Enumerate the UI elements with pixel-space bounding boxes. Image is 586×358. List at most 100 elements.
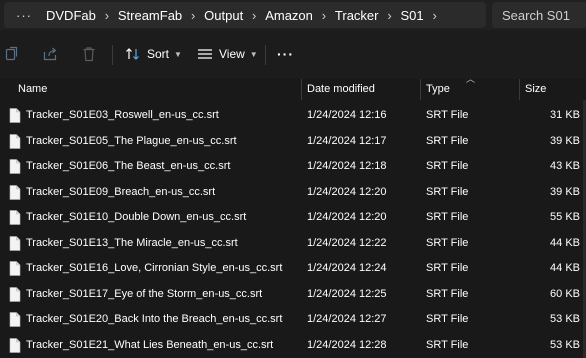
file-type: SRT File	[426, 287, 469, 300]
file-row[interactable]: Tracker_S01E05_The Plague_en-us_cc.srt 1…	[0, 129, 586, 155]
file-type: SRT File	[426, 313, 469, 325]
breadcrumb-item-tracker[interactable]: Tracker	[335, 8, 379, 23]
document-icon	[9, 184, 21, 203]
file-row[interactable]: Tracker_S01E13_The Miracle_en-us_cc.srt …	[0, 231, 586, 257]
chevron-right-icon[interactable]: ›	[243, 8, 265, 23]
file-type: SRT File	[426, 338, 469, 351]
file-name: Tracker_S01E16_Love, Cirronian Style_en-…	[26, 262, 283, 274]
sort-ascending-icon: ︿	[466, 74, 476, 84]
file-size: 55 KB	[550, 211, 580, 223]
chevron-right-icon[interactable]: ›	[313, 8, 335, 23]
file-name: Tracker_S01E20_Back Into the Breach_en-u…	[26, 313, 283, 325]
document-icon	[9, 108, 21, 126]
search-input[interactable]: Search S01	[492, 2, 586, 28]
share-icon	[42, 46, 58, 62]
breadcrumb-item-streamfab[interactable]: StreamFab	[118, 8, 182, 23]
document-icon	[9, 210, 21, 228]
chevron-right-icon[interactable]: ›	[378, 8, 400, 23]
file-size: 44 KB	[550, 236, 580, 249]
file-date-modified: 1/24/2024 12:27	[307, 313, 387, 325]
share-button[interactable]	[42, 42, 58, 66]
breadcrumb-label[interactable]: Output	[204, 8, 243, 23]
file-date-modified: 1/24/2024 12:16	[307, 109, 387, 121]
chevron-down-icon: ▼	[174, 49, 182, 59]
column-header-name[interactable]: Name	[18, 79, 47, 100]
file-type: SRT File	[426, 134, 469, 147]
address-bar: ··· DVDFab › StreamFab › Output › Amazon…	[0, 0, 586, 30]
search-placeholder: Search S01	[502, 7, 570, 23]
file-row[interactable]: Tracker_S01E03_Roswell_en-us_cc.srt 1/24…	[0, 103, 586, 129]
file-date-modified: 1/24/2024 12:25	[307, 287, 387, 300]
column-resize-handle[interactable]	[519, 79, 520, 100]
chevron-down-icon: ▼	[249, 49, 258, 59]
file-name: Tracker_S01E10_Double Down_en-us_cc.srt	[26, 211, 247, 223]
file-name: Tracker_S01E09_Breach_en-us_cc.srt	[26, 185, 216, 198]
copy-button[interactable]	[5, 42, 19, 66]
document-icon	[9, 337, 21, 356]
file-date-modified: 1/24/2024 12:22	[307, 236, 387, 249]
file-row[interactable]: Tracker_S01E16_Love, Cirronian Style_en-…	[0, 256, 586, 282]
column-header-size[interactable]: Size	[525, 79, 546, 100]
column-header-date-modified[interactable]: Date modified	[307, 79, 375, 100]
file-type: SRT File	[426, 109, 469, 121]
file-size: 60 KB	[550, 287, 580, 300]
sort-label: Sort	[147, 47, 170, 61]
file-type: SRT File	[426, 160, 469, 172]
breadcrumb[interactable]: ··· DVDFab › StreamFab › Output › Amazon…	[4, 2, 486, 28]
chevron-right-icon[interactable]: ›	[96, 8, 118, 23]
sort-icon	[125, 47, 141, 61]
breadcrumb-item-s01[interactable]: S01	[400, 8, 423, 23]
view-icon	[197, 47, 213, 61]
file-row[interactable]: Tracker_S01E21_What Lies Beneath_en-us_c…	[0, 333, 586, 358]
copy-icon	[5, 46, 19, 62]
file-size: 39 KB	[550, 185, 580, 198]
chevron-right-icon[interactable]: ›	[182, 8, 204, 23]
view-button[interactable]: View ▼	[197, 42, 258, 66]
file-row[interactable]: Tracker_S01E06_The Beast_en-us_cc.srt 1/…	[0, 154, 586, 180]
breadcrumb-item-amazon[interactable]: Amazon	[265, 8, 313, 23]
chevron-right-icon[interactable]: ›	[424, 8, 446, 23]
breadcrumb-overflow-button[interactable]: ···	[16, 8, 32, 23]
sort-button[interactable]: Sort ▼	[125, 42, 182, 66]
document-icon	[9, 159, 21, 177]
file-date-modified: 1/24/2024 12:20	[307, 211, 387, 223]
file-type: SRT File	[426, 236, 469, 249]
file-size: 53 KB	[550, 338, 580, 351]
column-resize-handle[interactable]	[420, 79, 421, 100]
file-name: Tracker_S01E03_Roswell_en-us_cc.srt	[26, 109, 219, 121]
file-row[interactable]: Tracker_S01E20_Back Into the Breach_en-u…	[0, 307, 586, 333]
file-type: SRT File	[426, 211, 469, 223]
breadcrumb-label[interactable]: Amazon	[265, 8, 313, 23]
file-name: Tracker_S01E21_What Lies Beneath_en-us_c…	[26, 338, 274, 351]
document-icon	[9, 286, 21, 305]
view-label: View	[219, 47, 245, 61]
document-icon	[9, 312, 21, 330]
file-date-modified: 1/24/2024 12:18	[307, 160, 387, 172]
column-header-row: Name Date modified Type ︿ Size	[0, 74, 586, 100]
file-list: Tracker_S01E03_Roswell_en-us_cc.srt 1/24…	[0, 103, 586, 358]
file-row[interactable]: Tracker_S01E17_Eye of the Storm_en-us_cc…	[0, 282, 586, 308]
file-name: Tracker_S01E06_The Beast_en-us_cc.srt	[26, 160, 231, 172]
breadcrumb-label[interactable]: Tracker	[335, 8, 379, 23]
toolbar-divider	[112, 45, 113, 65]
document-icon	[9, 133, 21, 152]
breadcrumb-item-dvdfab[interactable]: DVDFab	[46, 8, 96, 23]
more-options-button[interactable]: ···	[277, 42, 294, 66]
file-name: Tracker_S01E17_Eye of the Storm_en-us_cc…	[26, 287, 263, 300]
column-header-type[interactable]: Type	[426, 79, 450, 100]
file-name: Tracker_S01E05_The Plague_en-us_cc.srt	[26, 134, 237, 147]
document-icon	[9, 235, 21, 254]
file-row[interactable]: Tracker_S01E10_Double Down_en-us_cc.srt …	[0, 205, 586, 231]
breadcrumb-label[interactable]: DVDFab	[46, 8, 96, 23]
breadcrumb-item-output[interactable]: Output	[204, 8, 243, 23]
column-resize-handle[interactable]	[301, 79, 302, 100]
command-bar: Sort ▼ View ▼ ···	[0, 30, 586, 80]
file-row[interactable]: Tracker_S01E09_Breach_en-us_cc.srt 1/24/…	[0, 180, 586, 206]
delete-button[interactable]	[82, 42, 96, 66]
breadcrumb-label[interactable]: S01	[400, 8, 423, 23]
breadcrumb-label[interactable]: StreamFab	[118, 8, 182, 23]
file-size: 39 KB	[550, 134, 580, 147]
file-date-modified: 1/24/2024 12:28	[307, 338, 387, 351]
file-date-modified: 1/24/2024 12:17	[307, 134, 387, 147]
delete-icon	[82, 46, 96, 62]
